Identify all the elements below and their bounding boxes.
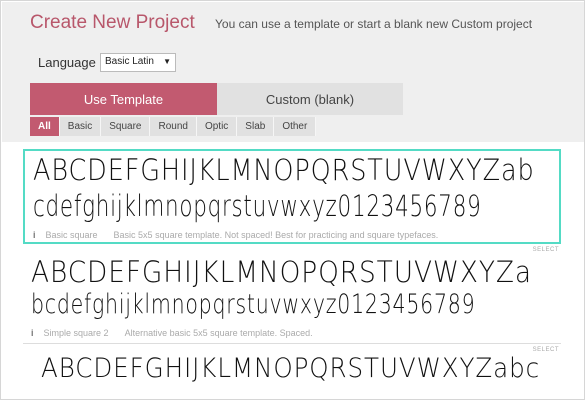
template-card-3[interactable]: SELECT ABCDEFGHIJKLMNOPQRSTUVWXYZabc [23,347,561,400]
info-icon: i [33,230,36,240]
filter-bar: All Basic Square Round Optic Slab Other [30,117,317,136]
select-button[interactable]: SELECT [533,247,559,253]
filter-all[interactable]: All [30,117,60,136]
template-description: Basic 5x5 square template. Not spaced! B… [113,230,439,240]
filter-round[interactable]: Round [150,117,197,136]
tab-use-template[interactable]: Use Template [30,83,217,115]
template-card-simple-square-2[interactable]: SELECT ABCDEFGHIJKLMNOPQRSTUVWXYZa bcdef… [23,247,561,344]
filter-basic[interactable]: Basic [59,117,102,136]
template-card-basic-square[interactable]: ABCDEFGHIJKLMNOPQRSTUVWXYZab cdefghijklm… [23,149,561,244]
template-preview-line-2: bcdefghijklmnopqrstuvwxyz0123456789 [31,289,476,320]
filter-other[interactable]: Other [274,117,317,136]
template-preview-line-1: ABCDEFGHIJKLMNOPQRSTUVWXYZa [31,255,532,289]
language-select-value: Basic Latin [105,56,154,67]
info-icon: i [31,328,34,338]
template-preview-line-2: cdefghijklmnopqrstuvwxyz0123456789 [33,189,482,223]
filter-slab[interactable]: Slab [237,117,275,136]
page-subtitle: You can use a template or start a blank … [215,17,533,31]
filter-square[interactable]: Square [101,117,151,136]
template-info: i Basic square Basic 5x5 square template. … [33,230,438,240]
template-info: i Simple square 2 Alternative basic 5x5 sq… [31,328,313,338]
template-preview-line-1: ABCDEFGHIJKLMNOPQRSTUVWXYZabc [41,353,541,384]
template-preview-line-1: ABCDEFGHIJKLMNOPQRSTUVWXYZab [33,153,535,187]
filter-optic[interactable]: Optic [196,117,238,136]
window: Create New Project You can use a templat… [0,0,585,400]
template-description: Alternative basic 5x5 square template. S… [124,328,313,338]
dropdown-arrow-icon: ▼ [163,57,171,66]
template-name: Simple square 2 [43,328,109,338]
header-panel: Create New Project You can use a templat… [2,2,584,142]
language-label: Language [38,55,96,70]
template-name: Basic square [45,230,98,240]
page-title: Create New Project [30,12,195,33]
tab-custom-blank[interactable]: Custom (blank) [217,83,403,115]
language-select[interactable]: Basic Latin ▼ [100,53,176,72]
